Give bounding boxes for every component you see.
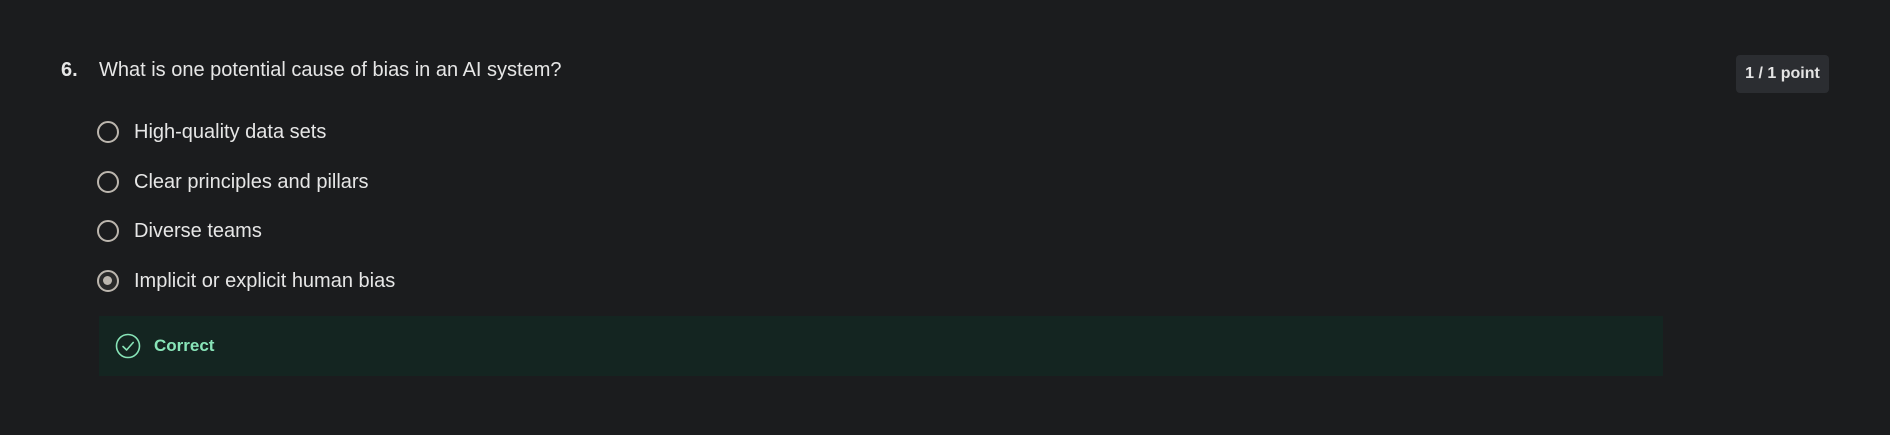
feedback-banner: Correct [99,316,1663,376]
answer-option-label: Implicit or explicit human bias [134,269,396,292]
check-circle-icon [115,333,141,359]
radio-button-1[interactable] [97,121,119,143]
answer-option-label: High-quality data sets [134,120,327,143]
score-badge: 1 / 1 point [1736,55,1829,93]
answer-option-3[interactable]: Diverse teams [97,216,597,246]
question-number: 6. [61,59,78,81]
question-text: What is one potential cause of bias in a… [99,59,562,81]
feedback-status: Correct [154,336,215,355]
answer-option-label: Diverse teams [134,219,262,242]
answer-option-2[interactable]: Clear principles and pillars [97,167,597,197]
answer-option-label: Clear principles and pillars [134,170,369,193]
quiz-question: 6. What is one potential cause of bias i… [0,0,1890,435]
answer-option-1[interactable]: High-quality data sets [97,117,597,147]
radio-button-3[interactable] [97,220,119,242]
radio-button-2[interactable] [97,171,119,193]
answer-option-4[interactable]: Implicit or explicit human bias [97,266,597,296]
radio-button-4-selected[interactable] [97,270,119,292]
